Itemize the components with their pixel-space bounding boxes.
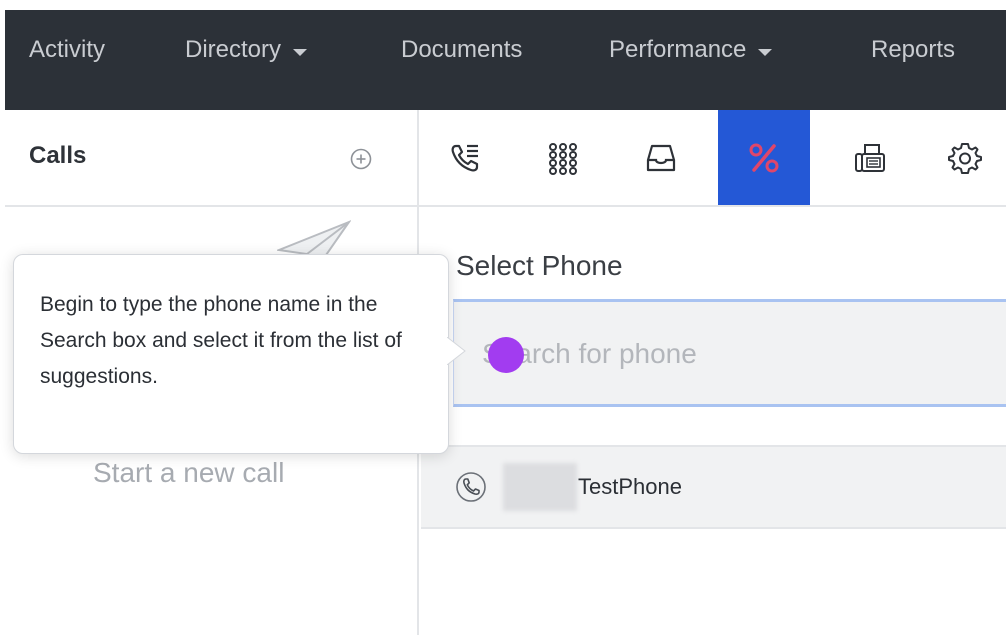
percent-icon — [749, 143, 779, 172]
tool-fax[interactable] — [824, 110, 916, 205]
calls-title: Calls — [29, 142, 87, 169]
add-circle-icon[interactable] — [350, 148, 372, 170]
phone-icon — [456, 472, 486, 502]
calls-header: Calls — [5, 110, 417, 207]
phone-toolbar — [419, 110, 1006, 207]
start-new-call-text: Start a new call — [93, 457, 285, 488]
nav-reports[interactable]: Reports — [871, 36, 955, 64]
nav-activity[interactable]: Activity — [29, 36, 105, 64]
cursor-indicator — [488, 337, 524, 373]
tool-inbox[interactable] — [615, 110, 707, 205]
nav-activity-label: Activity — [29, 36, 106, 63]
nav-performance-label: Performance — [609, 36, 747, 63]
inbox-icon — [646, 144, 676, 171]
call-list-icon — [451, 144, 479, 171]
nav-directory-label: Directory — [185, 36, 282, 63]
phone-suggestion-item[interactable]: TestPhone — [421, 445, 1006, 529]
tool-call-list[interactable] — [419, 110, 511, 205]
dialpad-icon — [549, 142, 577, 175]
nav-documents[interactable]: Documents — [401, 36, 522, 64]
gear-icon — [948, 142, 982, 174]
tooltip-arrow-icon — [447, 337, 466, 365]
tool-percent[interactable] — [718, 110, 810, 205]
chevron-down-icon — [293, 48, 308, 56]
select-phone-title: Select Phone — [456, 250, 623, 281]
tooltip-text: Begin to type the phone name in the Sear… — [40, 293, 402, 388]
top-nav: Activity Directory Documents Performance… — [5, 10, 1006, 110]
fax-icon — [855, 143, 885, 172]
tool-settings[interactable] — [919, 110, 1006, 205]
help-tooltip: Begin to type the phone name in the Sear… — [13, 254, 466, 454]
phone-search-input[interactable] — [480, 330, 984, 378]
nav-documents-label: Documents — [401, 36, 523, 63]
tool-dialpad[interactable] — [517, 110, 609, 205]
app-window: Activity Directory Documents Performance… — [0, 0, 1006, 635]
redacted-prefix — [503, 463, 577, 511]
chevron-down-icon — [758, 48, 773, 56]
nav-performance[interactable]: Performance — [609, 36, 773, 64]
nav-reports-label: Reports — [871, 36, 956, 63]
phone-suggestion-label: TestPhone — [578, 474, 682, 499]
nav-directory[interactable]: Directory — [185, 36, 308, 64]
phone-search-box — [453, 299, 1006, 407]
